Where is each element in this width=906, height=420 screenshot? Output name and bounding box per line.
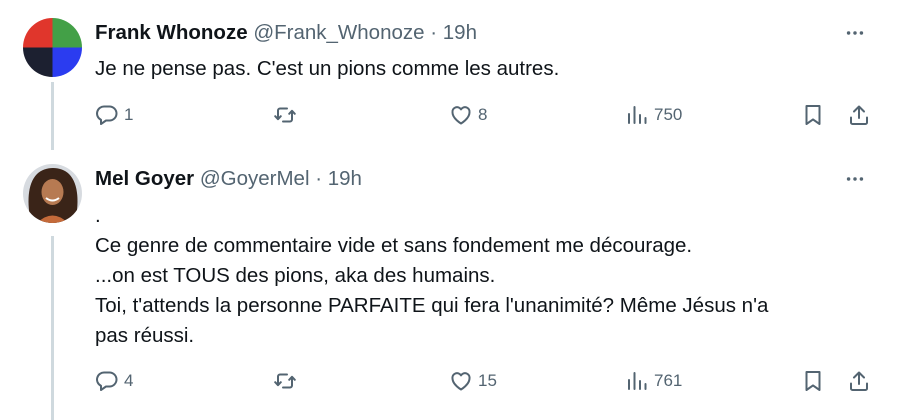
- tweet-text-line: Ce genre de commentaire vide et sans fon…: [95, 234, 693, 257]
- bookmark-icon: [805, 371, 821, 391]
- display-name[interactable]: Frank Whonoze: [95, 21, 248, 44]
- display-name[interactable]: Mel Goyer: [95, 167, 194, 190]
- view-count: 750: [654, 105, 683, 124]
- tweet-header: Frank Whonoze @Frank_Whonoze · 19h: [95, 20, 477, 46]
- tweet-text: . Ce genre de commentaire vide et sans f…: [95, 201, 875, 351]
- more-options-button[interactable]: [842, 20, 868, 46]
- view-count: 761: [654, 371, 683, 390]
- reply-count: 4: [124, 371, 134, 390]
- timestamp[interactable]: 19h: [328, 167, 362, 190]
- thread-connector-line: [51, 236, 54, 420]
- separator: ·: [315, 167, 323, 190]
- separator: ·: [430, 21, 438, 44]
- views-icon: [628, 106, 647, 124]
- tweet-header: Mel Goyer @GoyerMel · 19h: [95, 166, 362, 192]
- retweet-button[interactable]: [273, 100, 302, 130]
- reply-icon: [96, 105, 118, 125]
- like-button[interactable]: 15: [449, 366, 497, 396]
- more-icon: [846, 31, 864, 35]
- user-handle[interactable]: @Frank_Whonoze: [253, 21, 424, 44]
- tweet-text-line: Toi, t'attends la personne PARFAITE qui …: [95, 294, 769, 317]
- share-button[interactable]: [847, 100, 871, 130]
- action-bar: 4 15 761: [95, 366, 877, 396]
- like-icon: [451, 372, 471, 391]
- avatar-image: [23, 18, 82, 77]
- retweet-icon: [274, 373, 296, 389]
- thread-connector-line: [51, 82, 54, 150]
- views-button[interactable]: 761: [625, 366, 682, 396]
- reply-count: 1: [124, 105, 134, 124]
- share-icon: [850, 105, 868, 125]
- action-bar: 1 8 750: [95, 100, 877, 130]
- bookmark-button[interactable]: [801, 100, 825, 130]
- tweet-text: Je ne pense pas. C'est un pions comme le…: [95, 54, 875, 84]
- reply-button[interactable]: 4: [95, 366, 133, 396]
- more-options-button[interactable]: [842, 166, 868, 192]
- tweet-text-line: .: [95, 204, 101, 227]
- avatar-image: [23, 164, 82, 223]
- bookmark-icon: [805, 105, 821, 125]
- reply-button[interactable]: 1: [95, 100, 133, 130]
- reply-icon: [96, 371, 118, 391]
- views-icon: [628, 372, 647, 390]
- views-button[interactable]: 750: [625, 100, 682, 130]
- tweet[interactable]: Mel Goyer @GoyerMel · 19h . Ce genre de …: [0, 150, 906, 420]
- retweet-icon: [274, 107, 296, 123]
- avatar[interactable]: [23, 18, 82, 77]
- tweet-text-line: pas réussi.: [95, 324, 195, 347]
- tweet[interactable]: Frank Whonoze @Frank_Whonoze · 19h Je ne…: [0, 0, 906, 150]
- tweet-text-line: Je ne pense pas. C'est un pions comme le…: [95, 57, 560, 80]
- bookmark-button[interactable]: [801, 366, 825, 396]
- like-icon: [451, 106, 471, 125]
- user-handle[interactable]: @GoyerMel: [200, 167, 310, 190]
- share-icon: [850, 371, 868, 391]
- retweet-button[interactable]: [273, 366, 302, 396]
- like-count: 8: [478, 105, 488, 124]
- like-button[interactable]: 8: [449, 100, 487, 130]
- avatar[interactable]: [23, 164, 82, 223]
- tweet-text-line: ...on est TOUS des pions, aka des humain…: [95, 264, 496, 287]
- more-icon: [846, 177, 864, 181]
- timestamp[interactable]: 19h: [443, 21, 477, 44]
- share-button[interactable]: [847, 366, 871, 396]
- like-count: 15: [478, 371, 497, 390]
